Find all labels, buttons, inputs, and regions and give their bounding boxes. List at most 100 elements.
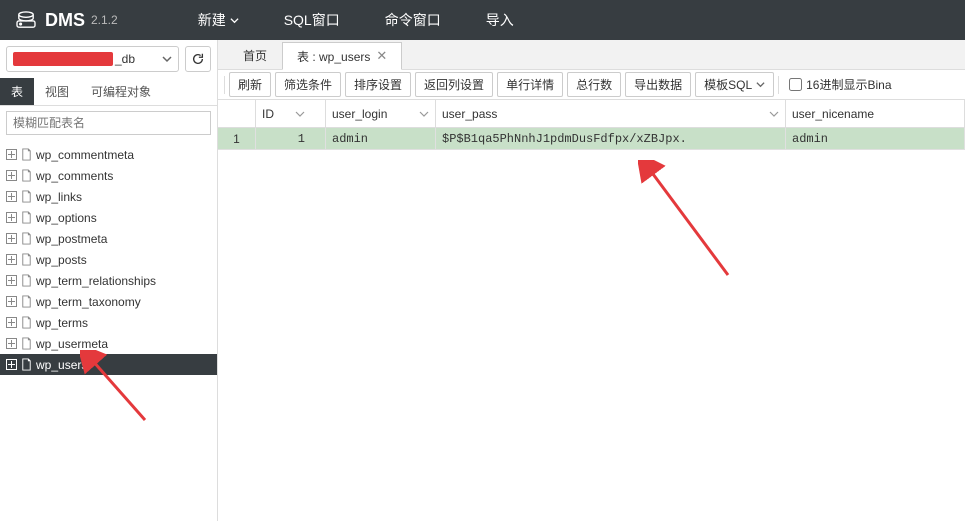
expand-icon[interactable] bbox=[6, 359, 17, 370]
tree-item-label: wp_posts bbox=[36, 253, 87, 267]
tree-item-wp-commentmeta[interactable]: wp_commentmeta bbox=[0, 144, 217, 165]
col-rownum[interactable] bbox=[218, 100, 256, 127]
tree-item-wp-posts[interactable]: wp_posts bbox=[0, 249, 217, 270]
template-sql-button[interactable]: 模板SQL bbox=[695, 72, 774, 97]
table-icon bbox=[20, 169, 33, 182]
sidebar-tab-view[interactable]: 视图 bbox=[34, 78, 80, 105]
table-icon bbox=[20, 190, 33, 203]
db-name-redacted bbox=[13, 52, 113, 66]
refresh-button[interactable] bbox=[185, 46, 211, 72]
toolbar: 刷新 筛选条件 排序设置 返回列设置 单行详情 总行数 导出数据 模板SQL 1… bbox=[218, 70, 965, 100]
chevron-down-icon bbox=[230, 16, 239, 25]
tree-item-wp-term-taxonomy[interactable]: wp_term_taxonomy bbox=[0, 291, 217, 312]
table-icon bbox=[20, 337, 33, 350]
cell-user-login[interactable]: admin bbox=[326, 128, 436, 149]
menu-new[interactable]: 新建 bbox=[198, 10, 239, 30]
grid-header: ID user_login user_pass user_nicename bbox=[218, 100, 965, 128]
col-user-nicename[interactable]: user_nicename bbox=[786, 100, 965, 127]
expand-icon[interactable] bbox=[6, 191, 17, 202]
table-icon bbox=[20, 232, 33, 245]
hex-display-checkbox[interactable]: 16进制显示Bina bbox=[789, 76, 891, 93]
tree-item-label: wp_term_relationships bbox=[36, 274, 156, 288]
tree-item-wp-usermeta[interactable]: wp_usermeta bbox=[0, 333, 217, 354]
tree-item-label: wp_terms bbox=[36, 316, 88, 330]
tree-item-wp-users[interactable]: wp_users bbox=[0, 354, 217, 375]
table-tree: wp_commentmeta wp_comments wp_links wp_opti… bbox=[0, 140, 217, 521]
table-icon bbox=[20, 295, 33, 308]
separator bbox=[778, 76, 779, 94]
tab-current-label: 表 : wp_users bbox=[297, 48, 370, 65]
expand-icon[interactable] bbox=[6, 170, 17, 181]
tree-item-label: wp_commentmeta bbox=[36, 148, 134, 162]
table-icon bbox=[20, 253, 33, 266]
expand-icon[interactable] bbox=[6, 149, 17, 160]
tree-item-wp-options[interactable]: wp_options bbox=[0, 207, 217, 228]
db-select[interactable]: _db bbox=[6, 46, 179, 72]
tab-current[interactable]: 表 : wp_users ✕ bbox=[282, 42, 402, 70]
grid-body: 11admin$P$B1qa5PhNnhJ1pdmDusFdfpx/xZBJpx… bbox=[218, 128, 965, 150]
table-icon bbox=[20, 148, 33, 161]
expand-icon[interactable] bbox=[6, 275, 17, 286]
annotation-arrow bbox=[638, 160, 758, 280]
cell-id[interactable]: 1 bbox=[256, 128, 326, 149]
menu-import[interactable]: 导入 bbox=[486, 10, 514, 30]
close-icon[interactable]: ✕ bbox=[376, 48, 387, 64]
tree-item-label: wp_term_taxonomy bbox=[36, 295, 141, 309]
total-rows-button[interactable]: 总行数 bbox=[567, 72, 621, 97]
tree-item-label: wp_users bbox=[36, 358, 87, 372]
col-user-login[interactable]: user_login bbox=[326, 100, 436, 127]
menu-cmd-window[interactable]: 命令窗口 bbox=[385, 10, 441, 30]
cell-user-pass[interactable]: $P$B1qa5PhNnhJ1pdmDusFdfpx/xZBJpx. bbox=[436, 128, 786, 149]
tree-item-label: wp_postmeta bbox=[36, 232, 107, 246]
filter-row bbox=[0, 106, 217, 140]
tree-item-label: wp_links bbox=[36, 190, 82, 204]
tree-item-label: wp_comments bbox=[36, 169, 113, 183]
sort-button[interactable]: 排序设置 bbox=[345, 72, 411, 97]
app-name: DMS bbox=[45, 10, 85, 31]
filter-button[interactable]: 筛选条件 bbox=[275, 72, 341, 97]
tree-item-label: wp_usermeta bbox=[36, 337, 108, 351]
app-version: 2.1.2 bbox=[91, 13, 118, 27]
expand-icon[interactable] bbox=[6, 254, 17, 265]
table-row[interactable]: 11admin$P$B1qa5PhNnhJ1pdmDusFdfpx/xZBJpx… bbox=[218, 128, 965, 150]
db-selector-row: _db bbox=[0, 40, 217, 78]
tree-item-wp-terms[interactable]: wp_terms bbox=[0, 312, 217, 333]
table-icon bbox=[20, 274, 33, 287]
logo-icon bbox=[15, 11, 37, 29]
expand-icon[interactable] bbox=[6, 338, 17, 349]
col-id[interactable]: ID bbox=[256, 100, 326, 127]
cell-user-nicename[interactable]: admin bbox=[786, 128, 965, 149]
expand-icon[interactable] bbox=[6, 317, 17, 328]
page-tabs: 首页 表 : wp_users ✕ bbox=[218, 40, 965, 70]
export-button[interactable]: 导出数据 bbox=[625, 72, 691, 97]
hex-checkbox-input[interactable] bbox=[789, 78, 802, 91]
expand-icon[interactable] bbox=[6, 233, 17, 244]
tree-item-wp-comments[interactable]: wp_comments bbox=[0, 165, 217, 186]
db-suffix: _db bbox=[115, 52, 135, 66]
cell-rownum: 1 bbox=[218, 128, 256, 149]
row-detail-button[interactable]: 单行详情 bbox=[497, 72, 563, 97]
return-cols-button[interactable]: 返回列设置 bbox=[415, 72, 493, 97]
refresh-icon bbox=[191, 52, 205, 66]
tree-item-wp-links[interactable]: wp_links bbox=[0, 186, 217, 207]
chevron-down-icon bbox=[162, 54, 172, 64]
table-icon bbox=[20, 316, 33, 329]
expand-icon[interactable] bbox=[6, 212, 17, 223]
table-icon bbox=[20, 358, 33, 371]
sidebar-tab-table[interactable]: 表 bbox=[0, 78, 34, 105]
top-bar: DMS 2.1.2 新建 SQL窗口 命令窗口 导入 bbox=[0, 0, 965, 40]
col-user-pass[interactable]: user_pass bbox=[436, 100, 786, 127]
table-filter-input[interactable] bbox=[6, 111, 211, 135]
tree-item-label: wp_options bbox=[36, 211, 97, 225]
sidebar-tab-programmable[interactable]: 可编程对象 bbox=[80, 78, 162, 105]
tab-home[interactable]: 首页 bbox=[228, 41, 282, 69]
tree-item-wp-term-relationships[interactable]: wp_term_relationships bbox=[0, 270, 217, 291]
menu-sql-window[interactable]: SQL窗口 bbox=[284, 10, 340, 30]
expand-icon[interactable] bbox=[6, 296, 17, 307]
separator bbox=[224, 76, 225, 94]
tree-item-wp-postmeta[interactable]: wp_postmeta bbox=[0, 228, 217, 249]
chevron-down-icon bbox=[769, 109, 779, 119]
content-area: 首页 表 : wp_users ✕ 刷新 筛选条件 排序设置 返回列设置 单行详… bbox=[218, 40, 965, 521]
chevron-down-icon bbox=[295, 109, 305, 119]
refresh-button[interactable]: 刷新 bbox=[229, 72, 271, 97]
